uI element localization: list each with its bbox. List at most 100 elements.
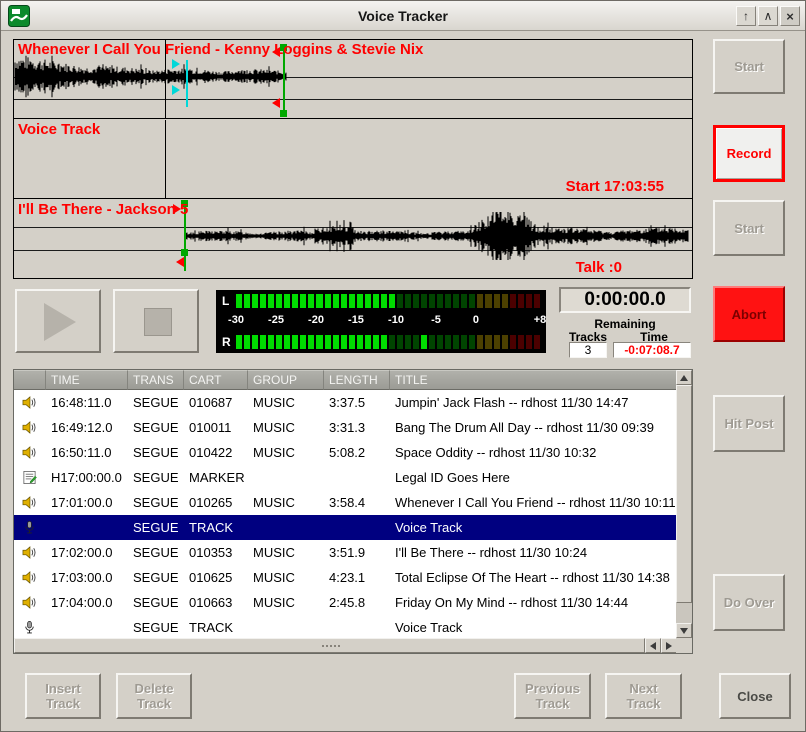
start-next-button[interactable]: Start: [713, 200, 785, 256]
stop-button[interactable]: [113, 289, 199, 353]
column-header-icon[interactable]: [14, 370, 46, 390]
column-header-trans[interactable]: TRANS: [128, 370, 184, 390]
log-cell-speaker-icon: [14, 420, 46, 435]
log-cell-time: 16:48:11.0: [46, 395, 128, 410]
log-row[interactable]: 17:03:00.0SEGUE010625MUSIC4:23.1Total Ec…: [14, 565, 677, 590]
meter-row-left: L: [220, 294, 542, 308]
scroll-up-button[interactable]: [676, 370, 692, 385]
record-button[interactable]: Record: [713, 125, 785, 182]
meter-segment: [502, 294, 508, 308]
maximize-window-button[interactable]: ∧: [758, 6, 778, 26]
meter-segment: [292, 335, 298, 349]
track-panel-voicetrack[interactable]: Voice Track Start 17:03:55: [14, 120, 692, 199]
log-cell-length: 3:37.5: [324, 395, 390, 410]
scroll-left-button[interactable]: [645, 638, 661, 653]
meter-segment: [300, 294, 306, 308]
abort-button[interactable]: Abort: [713, 286, 785, 342]
meter-segment: [300, 335, 306, 349]
log-row[interactable]: H17:00:00.0SEGUEMARKERLegal ID Goes Here: [14, 465, 677, 490]
segue-marker-icon[interactable]: [172, 85, 180, 95]
meter-segment: [485, 294, 491, 308]
scroll-right-button[interactable]: [661, 638, 677, 653]
delete-track-button[interactable]: Delete Track: [116, 673, 192, 719]
vertical-scrollbar[interactable]: [676, 370, 692, 638]
playhead-line: [165, 120, 166, 198]
column-header-title[interactable]: TITLE: [390, 370, 677, 390]
play-button[interactable]: [15, 289, 101, 353]
log-body: 16:48:11.0SEGUE010687MUSIC3:37.5Jumpin' …: [14, 390, 677, 638]
scroll-down-button[interactable]: [676, 623, 692, 638]
segue-marker-line[interactable]: [186, 60, 188, 107]
hit-post-button[interactable]: Hit Post: [713, 395, 785, 452]
talk-marker-icon[interactable]: [176, 257, 184, 267]
do-over-button[interactable]: Do Over: [713, 574, 785, 631]
log-cell-trans: SEGUE: [128, 470, 184, 485]
log-row[interactable]: 16:48:11.0SEGUE010687MUSIC3:37.5Jumpin' …: [14, 390, 677, 415]
meter-segment: [373, 335, 379, 349]
end-marker-handle[interactable]: [280, 110, 287, 117]
log-cell-time: 17:02:00.0: [46, 545, 128, 560]
column-header-cart[interactable]: CART: [184, 370, 248, 390]
meter-segment: [405, 335, 411, 349]
column-header-group[interactable]: GROUP: [248, 370, 324, 390]
meter-segment: [333, 335, 339, 349]
meter-segment: [268, 335, 274, 349]
log-row[interactable]: 16:50:11.0SEGUE010422MUSIC5:08.2Space Od…: [14, 440, 677, 465]
meter-segment: [445, 294, 451, 308]
thumb-grip: [330, 645, 332, 647]
meter-segment: [381, 335, 387, 349]
window-title: Voice Tracker: [1, 1, 805, 31]
column-header-time[interactable]: TIME: [46, 370, 128, 390]
insert-track-button[interactable]: Insert Track: [25, 673, 101, 719]
log-cell-trans: SEGUE: [128, 445, 184, 460]
log-cell-title: Whenever I Call You Friend -- rdhost 11/…: [390, 495, 677, 510]
log-cell-group: MUSIC: [248, 570, 324, 585]
column-header-length[interactable]: LENGTH: [324, 370, 390, 390]
meter-segment: [494, 335, 500, 349]
log-cell-marker-icon: [14, 470, 46, 485]
meter-scale-label: -25: [268, 312, 284, 328]
remaining-time-value: -0:07:08.7: [613, 342, 691, 358]
meter-scale-label: -10: [388, 312, 404, 328]
meter-segment: [236, 335, 242, 349]
talk-marker-icon[interactable]: [272, 98, 280, 108]
meter-segments-left: [236, 294, 540, 308]
log-cell-cart: MARKER: [184, 470, 248, 485]
voice-track-title: Voice Track: [18, 121, 100, 138]
shade-window-button[interactable]: ↑: [736, 6, 756, 26]
vertical-scroll-thumb[interactable]: [676, 385, 692, 603]
meter-segment: [437, 294, 443, 308]
horizontal-scroll-thumb[interactable]: [14, 638, 645, 653]
horizontal-scrollbar[interactable]: [14, 638, 677, 653]
log-cell-title: Jumpin' Jack Flash -- rdhost 11/30 14:47: [390, 395, 677, 410]
next-track-button[interactable]: Next Track: [605, 673, 682, 719]
segue-marker-icon[interactable]: [172, 59, 180, 69]
log-row[interactable]: SEGUETRACKVoice Track: [14, 615, 677, 638]
track-panel-next[interactable]: I'll Be There - Jackson 5 Talk :0: [14, 200, 692, 278]
track-panel-previous[interactable]: Whenever I Call You Friend - Kenny Loggi…: [14, 40, 692, 119]
log-row[interactable]: 16:49:12.0SEGUE010011MUSIC3:31.3Bang The…: [14, 415, 677, 440]
meter-segments-right: [236, 335, 540, 349]
log-row[interactable]: 17:02:00.0SEGUE010353MUSIC3:51.9I'll Be …: [14, 540, 677, 565]
close-button[interactable]: Close: [719, 673, 791, 719]
log-cell-speaker-icon: [14, 495, 46, 510]
previous-track-button[interactable]: Previous Track: [514, 673, 591, 719]
meter-segment: [453, 335, 459, 349]
log-cell-title: Friday On My Mind -- rdhost 11/30 14:44: [390, 595, 677, 610]
meter-segment: [461, 294, 467, 308]
start-marker-handle[interactable]: [181, 249, 188, 256]
start-previous-button[interactable]: Start: [713, 39, 785, 94]
close-window-button[interactable]: ×: [780, 6, 800, 26]
log-row[interactable]: SEGUETRACKVoice Track: [14, 515, 677, 540]
meter-segment: [429, 335, 435, 349]
meter-segment: [445, 335, 451, 349]
meter-segment: [421, 294, 427, 308]
meter-segment: [325, 335, 331, 349]
log-cell-speaker-icon: [14, 395, 46, 410]
meter-segment: [389, 294, 395, 308]
log-row[interactable]: 17:04:00.0SEGUE010663MUSIC2:45.8Friday O…: [14, 590, 677, 615]
meter-scale-label: +8: [534, 312, 547, 328]
meter-segment: [534, 294, 540, 308]
titlebar[interactable]: Voice Tracker ↑ ∧ ×: [1, 1, 805, 31]
log-row[interactable]: 17:01:00.0SEGUE010265MUSIC3:58.4Whenever…: [14, 490, 677, 515]
